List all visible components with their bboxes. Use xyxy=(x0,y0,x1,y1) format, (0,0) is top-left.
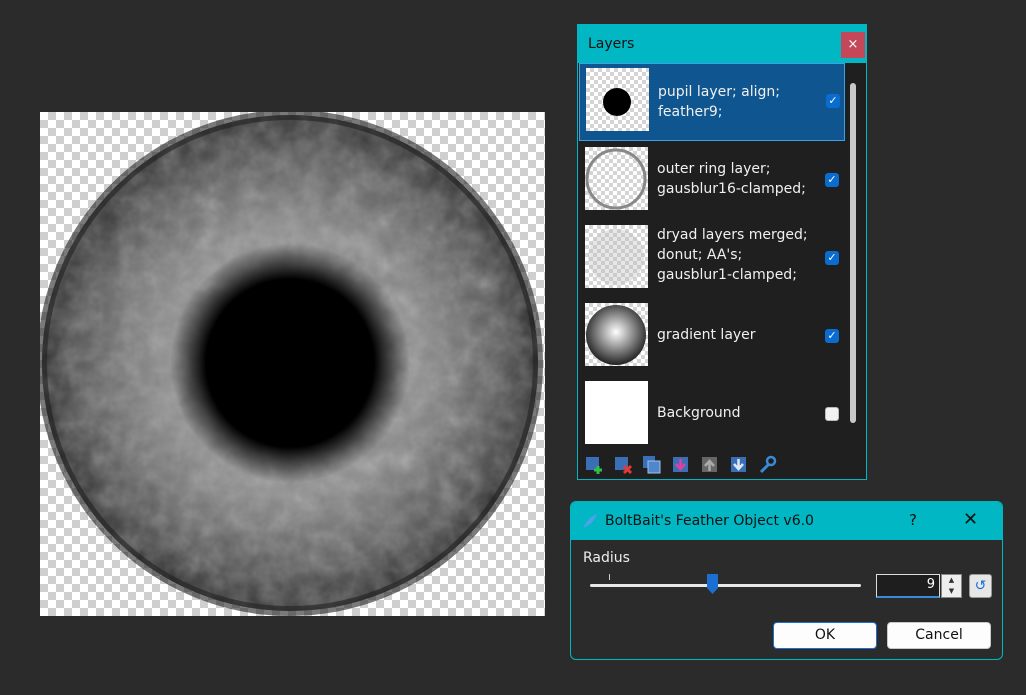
spin-up-icon[interactable]: ▲ xyxy=(942,575,961,586)
image-canvas[interactable] xyxy=(40,112,545,616)
layer-row-outer-ring[interactable]: outer ring layer; gausblur16-clamped; ✓ xyxy=(579,143,845,221)
duplicate-layer-icon[interactable] xyxy=(642,455,662,475)
help-button[interactable]: ? xyxy=(909,511,917,529)
reset-button[interactable]: ↺ xyxy=(969,574,992,598)
layer-label: gradient layer xyxy=(657,327,756,343)
layer-row-background[interactable]: Background xyxy=(579,377,845,455)
layer-thumbnail-background xyxy=(585,381,648,444)
checkmark-icon: ✓ xyxy=(828,94,838,107)
slider-default-tick xyxy=(609,574,610,580)
move-down-icon[interactable] xyxy=(729,455,749,475)
cancel-button[interactable]: Cancel xyxy=(887,622,991,649)
layer-visibility-checkbox[interactable]: ✓ xyxy=(825,329,839,343)
layer-list: pupil layer; align; feather9; ✓ outer ri… xyxy=(579,63,845,447)
layer-label: outer ring layer; gausblur16-clamped; xyxy=(657,161,806,197)
properties-wrench-icon[interactable] xyxy=(758,455,778,475)
gradient-thumbnail-icon xyxy=(586,305,646,365)
spin-down-icon[interactable]: ▼ xyxy=(942,586,961,597)
layer-visibility-checkbox[interactable]: ✓ xyxy=(826,94,840,108)
radius-slider-thumb[interactable] xyxy=(706,573,719,595)
layer-visibility-checkbox[interactable] xyxy=(825,407,839,421)
ok-button[interactable]: OK xyxy=(773,622,877,649)
move-up-icon[interactable] xyxy=(700,455,720,475)
layer-visibility-checkbox[interactable]: ✓ xyxy=(825,251,839,265)
dryad-thumbnail-icon xyxy=(588,229,644,285)
layers-window: Layers × pupil layer; align; feather9; ✓… xyxy=(577,24,867,480)
layers-scrollbar[interactable] xyxy=(850,83,856,423)
radius-label: Radius xyxy=(583,550,630,566)
layers-toolbar xyxy=(578,449,866,479)
layers-title: Layers xyxy=(588,36,635,52)
layer-thumbnail-pupil xyxy=(586,68,649,131)
radius-spinner[interactable]: ▲ ▼ xyxy=(941,574,962,598)
eye-iris-image xyxy=(40,112,543,616)
merge-down-icon[interactable] xyxy=(671,455,691,475)
reset-arrow-icon: ↺ xyxy=(974,578,987,594)
layer-row-gradient[interactable]: gradient layer ✓ xyxy=(579,299,845,377)
layers-close-button[interactable]: × xyxy=(841,32,865,58)
checkmark-icon: ✓ xyxy=(827,173,837,186)
layer-visibility-checkbox[interactable]: ✓ xyxy=(825,173,839,187)
ring-thumbnail-icon xyxy=(585,148,647,210)
pupil-thumbnail-icon xyxy=(603,88,631,116)
dialog-close-button[interactable]: ✕ xyxy=(963,509,978,530)
checkmark-icon: ✓ xyxy=(827,329,837,342)
dialog-title: BoltBait's Feather Object v6.0 xyxy=(605,513,814,529)
add-layer-icon[interactable] xyxy=(584,455,604,475)
radius-value-input[interactable]: 9 xyxy=(876,574,940,598)
layer-label: dryad layers merged; donut; AA's; gausbl… xyxy=(657,227,808,283)
feather-icon xyxy=(583,514,597,528)
layer-row-dryad[interactable]: dryad layers merged; donut; AA's; gausbl… xyxy=(579,221,845,299)
layer-row-pupil[interactable]: pupil layer; align; feather9; ✓ xyxy=(579,63,845,141)
radius-slider-track[interactable] xyxy=(590,584,861,587)
layer-label: pupil layer; align; feather9; xyxy=(658,84,781,120)
dialog-titlebar[interactable]: BoltBait's Feather Object v6.0 ? ✕ xyxy=(571,502,1002,540)
layers-titlebar[interactable]: Layers × xyxy=(578,25,866,63)
checkmark-icon: ✓ xyxy=(827,251,837,264)
delete-layer-icon[interactable] xyxy=(613,455,633,475)
feather-dialog: BoltBait's Feather Object v6.0 ? ✕ Radiu… xyxy=(570,501,1003,660)
layer-thumbnail-outer-ring xyxy=(585,147,648,210)
layer-thumbnail-gradient xyxy=(585,303,648,366)
layer-thumbnail-dryad xyxy=(585,225,648,288)
layer-label: Background xyxy=(657,405,741,421)
